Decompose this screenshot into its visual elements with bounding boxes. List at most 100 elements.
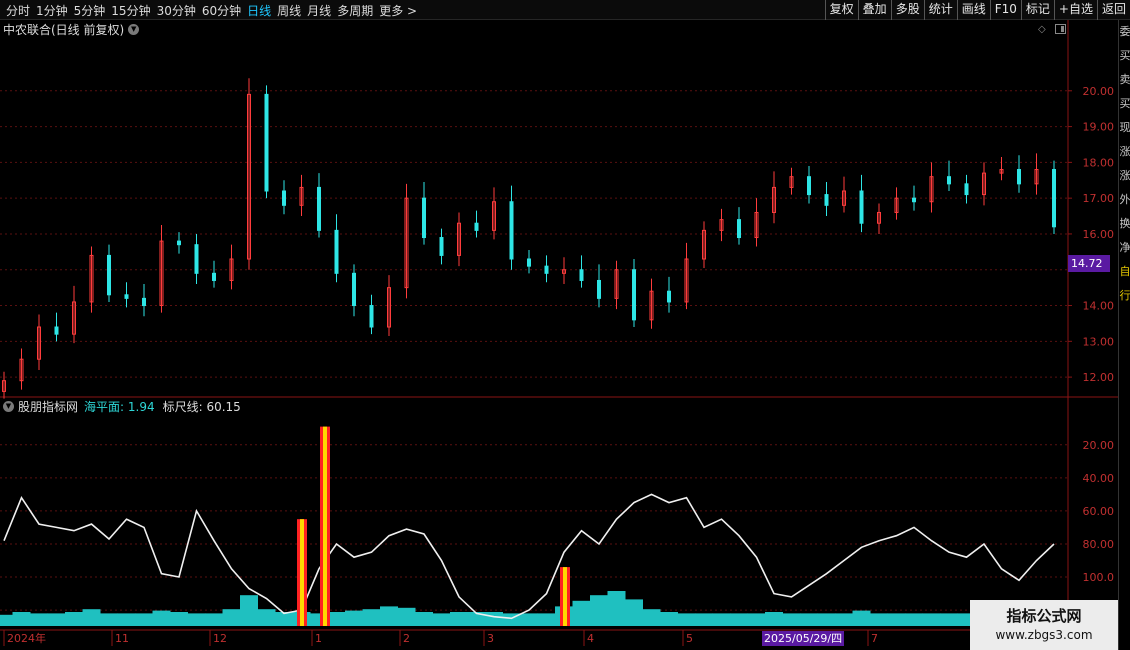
top-toolbar: 分时 1分钟 5分钟 15分钟 30分钟 60分钟 日线 周线 月线 多周期 更多 > 复权 叠加 多股… (0, 0, 1130, 20)
candle-body (667, 290, 671, 303)
period-tab-3[interactable]: 15分钟 (111, 2, 150, 19)
candle-body (1052, 169, 1056, 228)
histogram-bar (415, 612, 433, 626)
candle-body (544, 265, 549, 274)
chevron-down-icon[interactable]: ▼ (3, 401, 14, 412)
histogram-bar (450, 612, 468, 626)
chart-area[interactable]: 12.00 13.00 14.00 16.00 17.00 18.00 19.00 20.00… (0, 20, 1118, 650)
price-tick-label: 13.00 (1083, 335, 1115, 348)
histogram-bar (800, 613, 818, 626)
histogram-bar (327, 612, 346, 626)
histogram-bar (222, 609, 241, 626)
signal-bar-core (300, 519, 304, 626)
toolbar-button-6[interactable]: 标记 (1020, 0, 1054, 20)
histogram-bar (905, 613, 923, 626)
signal-bar-core (563, 567, 567, 626)
side-strip-char[interactable]: 外 (1119, 188, 1130, 212)
toolbar-button-3[interactable]: 统计 (923, 0, 957, 20)
watermark-logo: 指标公式网 www.zbgs3.com (970, 600, 1118, 650)
histogram-bar (152, 610, 171, 626)
histogram-bar (572, 600, 591, 626)
candle-body (369, 305, 374, 328)
candle-body (859, 190, 864, 224)
toolbar-button-1[interactable]: 叠加 (857, 0, 891, 20)
histogram-bar (712, 613, 731, 626)
panel-toggle-icon[interactable] (1055, 24, 1066, 34)
signal-bar-core (323, 426, 327, 626)
indicator-name[interactable]: 股朋指标网 (18, 398, 78, 415)
candle-body (264, 93, 269, 192)
histogram-bar (380, 606, 398, 626)
side-strip-char[interactable]: 买 (1119, 44, 1130, 68)
period-tab-7[interactable]: 周线 (277, 2, 301, 19)
histogram-bar (257, 609, 276, 626)
histogram-bar (205, 613, 223, 626)
histogram-bar (922, 613, 941, 626)
side-strip-char[interactable]: 委 (1119, 20, 1130, 44)
candle-body (212, 272, 216, 281)
candle-body (194, 244, 199, 274)
histogram-bar (940, 613, 958, 626)
side-strip-char[interactable]: 涨 (1119, 140, 1130, 164)
histogram-bar (607, 591, 626, 626)
indicator-tick-label: 80.00 (1083, 538, 1115, 551)
histogram-bar (817, 613, 836, 626)
candle-body (807, 176, 811, 196)
histogram-bar (782, 613, 801, 626)
diamond-icon[interactable]: ◇ (1038, 24, 1046, 35)
period-tab-1[interactable]: 1分钟 (36, 2, 68, 19)
x-tick-label: 3 (487, 632, 494, 645)
watermark-title: 指标公式网 (1006, 607, 1082, 625)
period-tab-0[interactable]: 分时 (6, 2, 30, 19)
candle-body (282, 190, 286, 206)
current-price-label: 14.72 (1068, 255, 1110, 272)
period-tab-6[interactable]: 日线 (247, 2, 271, 19)
histogram-bar (870, 613, 888, 626)
period-tab-4[interactable]: 30分钟 (157, 2, 196, 19)
toolbar-button-2[interactable]: 多股 (890, 0, 924, 20)
toolbar-button-4[interactable]: 画线 (956, 0, 990, 20)
candle-body (527, 258, 531, 267)
period-tab-9[interactable]: 多周期 (337, 2, 373, 19)
side-info-strip[interactable]: 委买卖买现涨涨外换净自行 (1118, 20, 1130, 650)
side-strip-highlight[interactable]: 行 (1119, 284, 1130, 308)
side-strip-char[interactable]: 卖 (1119, 68, 1130, 92)
period-tab-5[interactable]: 60分钟 (202, 2, 241, 19)
chevron-down-icon[interactable]: ▼ (128, 23, 140, 35)
period-tab-8[interactable]: 月线 (307, 2, 331, 19)
toolbar-button-5[interactable]: F10 (989, 0, 1021, 20)
side-strip-char[interactable]: 净 (1119, 236, 1130, 260)
histogram-bar (677, 613, 696, 626)
candle-body (474, 222, 479, 231)
candle-body (912, 197, 916, 203)
candle-body (632, 269, 636, 321)
price-tick-label: 20.00 (1083, 85, 1115, 98)
period-tab-10[interactable]: 更多 > (379, 2, 417, 19)
candle-body (824, 194, 829, 206)
histogram-bar (642, 609, 661, 626)
toolbar-button-0[interactable]: 复权 (824, 0, 858, 20)
candle-body (737, 219, 741, 239)
side-strip-char[interactable]: 涨 (1119, 164, 1130, 188)
histogram-bar (765, 612, 783, 626)
histogram-bar (835, 613, 853, 626)
indicator-line (3, 493, 1055, 620)
toolbar-button-7[interactable]: +自选 (1053, 0, 1097, 20)
x-tick-label: 2024年 (7, 631, 46, 645)
toolbar-button-8[interactable]: 返回 (1096, 0, 1130, 20)
indicator-tick-label: 60.00 (1083, 505, 1115, 518)
candle-body (107, 254, 111, 296)
histogram-bar (520, 613, 538, 626)
side-strip-char[interactable]: 买 (1119, 92, 1130, 116)
histogram-bar (397, 607, 416, 626)
x-tick-label: 4 (587, 632, 594, 645)
side-strip-highlight[interactable]: 自 (1119, 260, 1130, 284)
histogram-bar (485, 612, 503, 626)
period-tab-2[interactable]: 5分钟 (74, 2, 106, 19)
indicator-tick-label: 20.00 (1083, 439, 1115, 452)
side-strip-char[interactable]: 现 (1119, 116, 1130, 140)
histogram-bar (590, 595, 608, 626)
candle-body (509, 201, 514, 260)
side-strip-char[interactable]: 换 (1119, 212, 1130, 236)
histogram-bar (187, 613, 206, 626)
